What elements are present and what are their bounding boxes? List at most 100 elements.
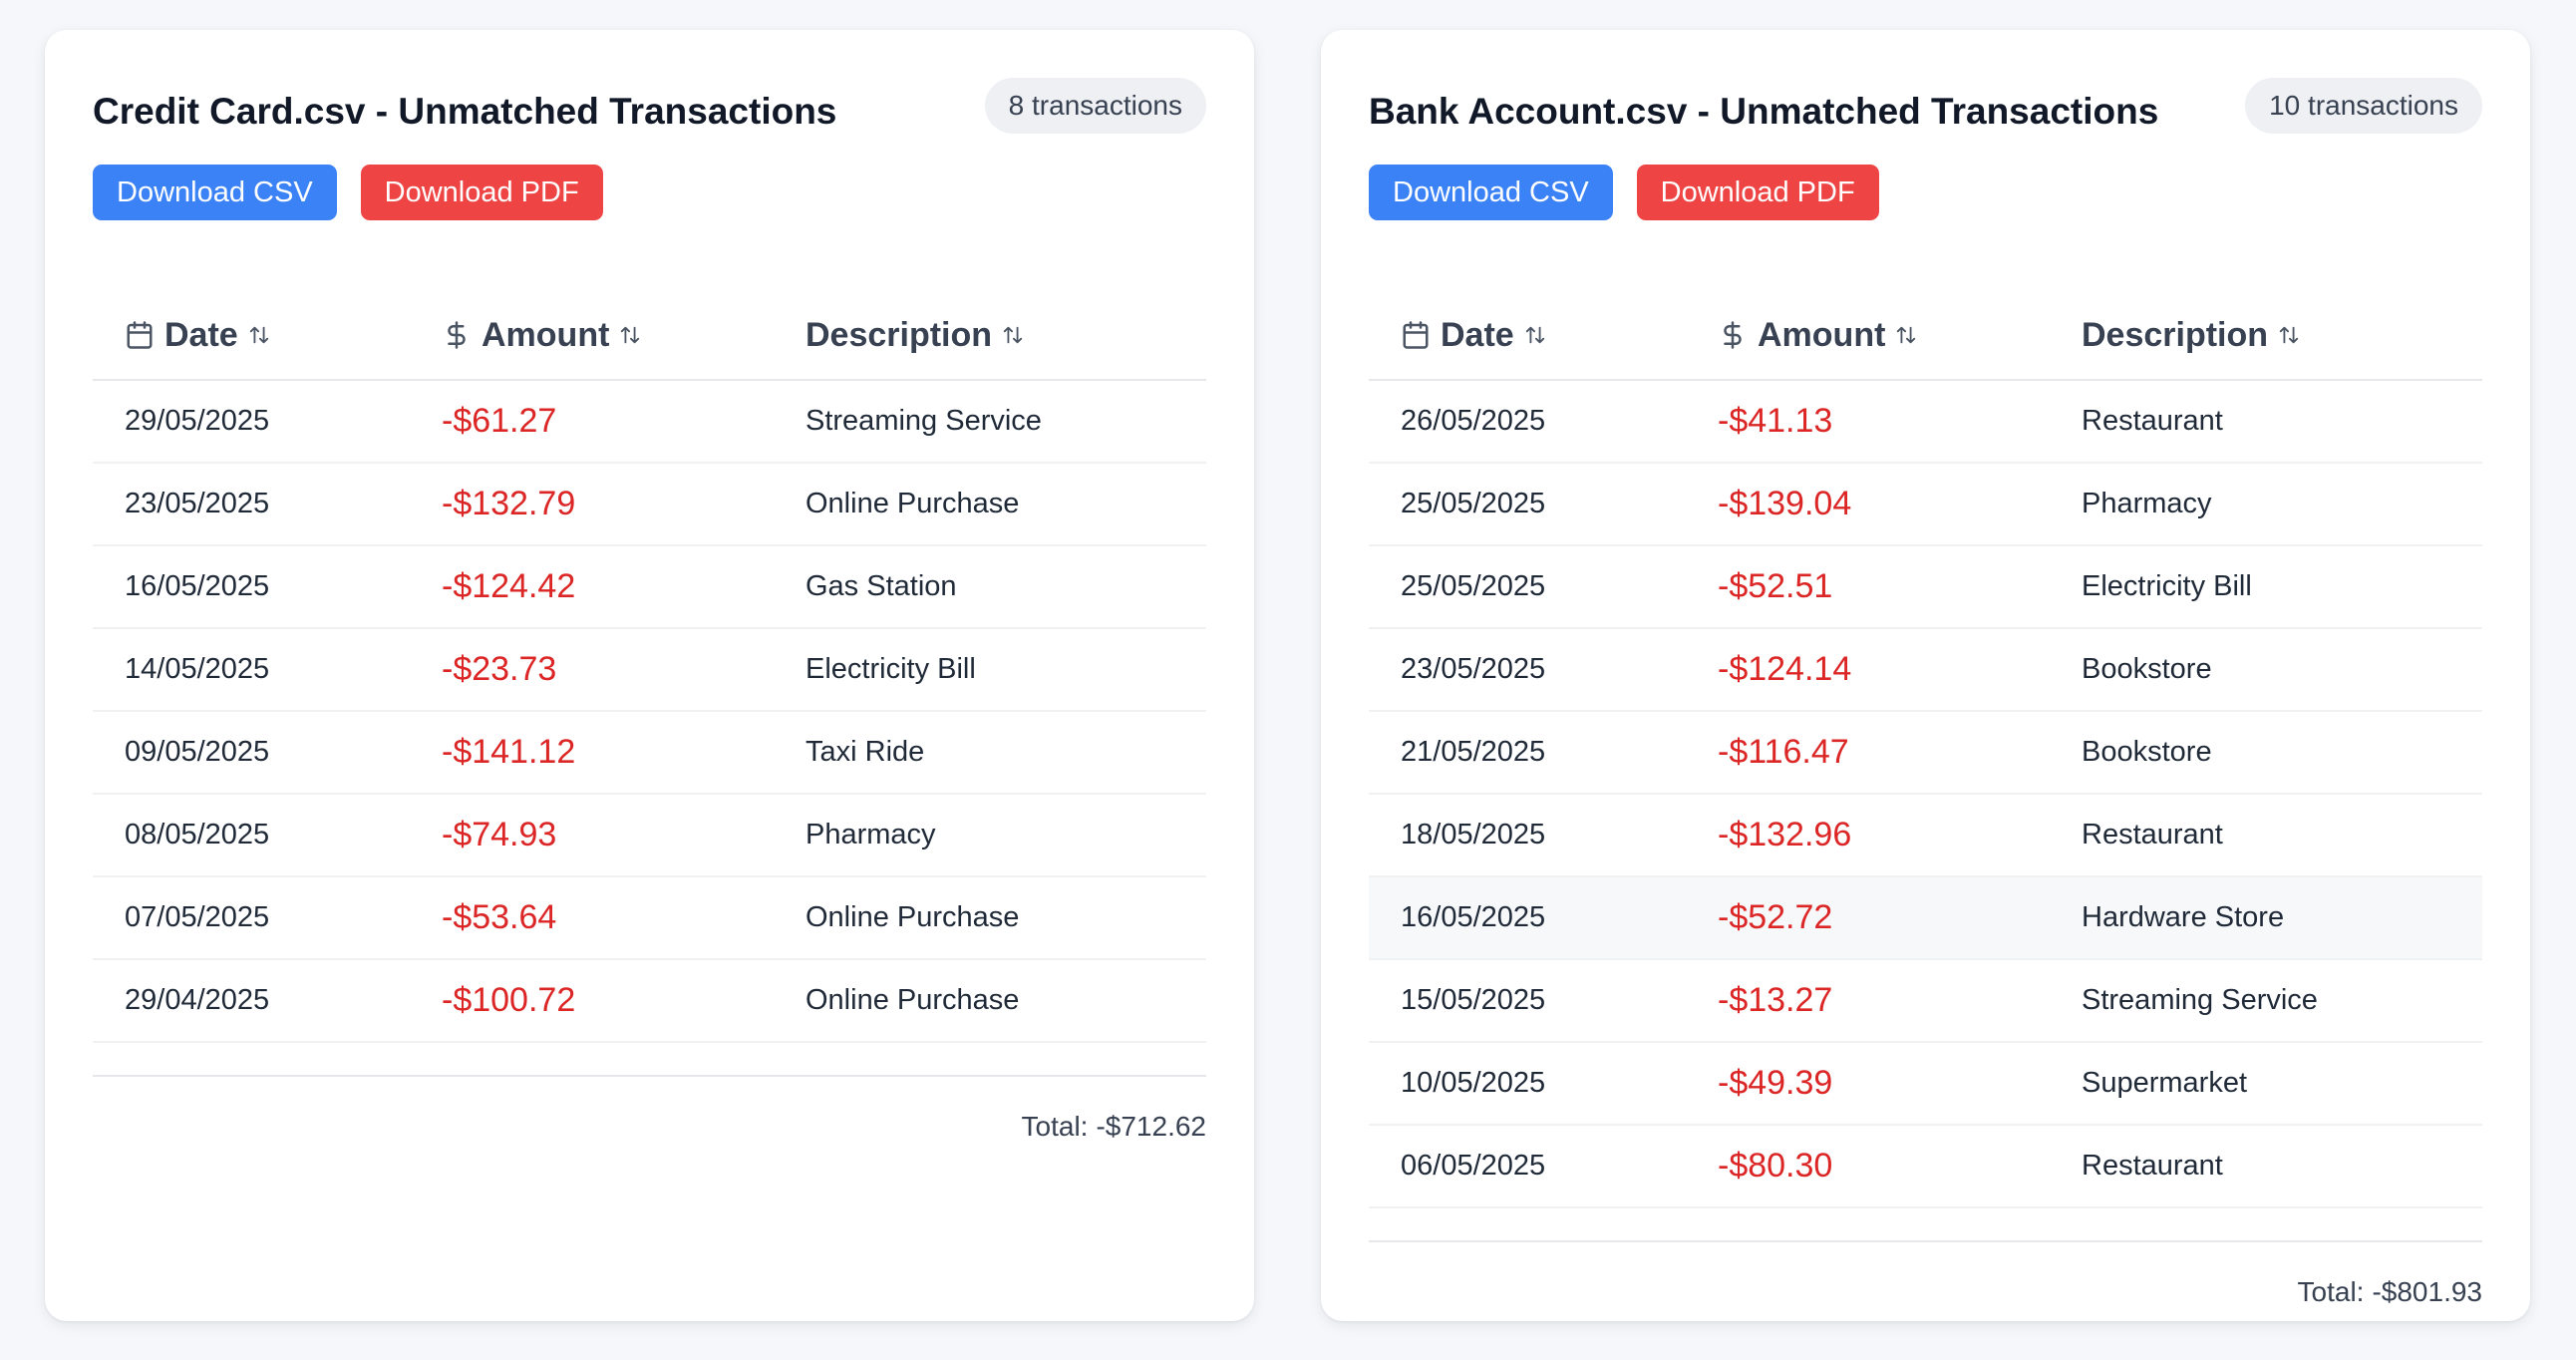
table-row[interactable]: 23/05/2025 -$124.14 Bookstore bbox=[1369, 629, 2482, 712]
amount-cell: -$52.72 bbox=[1718, 898, 1833, 936]
card-title: Credit Card.csv - Unmatched Transactions bbox=[93, 91, 837, 132]
description-cell: Pharmacy bbox=[2082, 488, 2212, 519]
description-column-header[interactable]: Description bbox=[805, 291, 1024, 379]
date-cell: 23/05/2025 bbox=[125, 488, 270, 519]
description-cell: Taxi Ride bbox=[805, 736, 925, 768]
description-cell: Online Purchase bbox=[805, 984, 1020, 1016]
amount-cell: -$74.93 bbox=[442, 816, 557, 853]
amount-cell: -$132.79 bbox=[442, 485, 576, 522]
date-column-header[interactable]: Date bbox=[125, 291, 270, 379]
amount-cell: -$49.39 bbox=[1718, 1064, 1833, 1102]
sort-arrows-icon[interactable] bbox=[1895, 324, 1917, 346]
amount-cell: -$139.04 bbox=[1718, 485, 1852, 522]
table-row[interactable]: 14/05/2025 -$23.73 Electricity Bill bbox=[93, 629, 1206, 712]
date-cell: 16/05/2025 bbox=[1401, 901, 1546, 933]
amount-cell: -$61.27 bbox=[442, 402, 557, 440]
date-cell: 16/05/2025 bbox=[125, 570, 270, 602]
date-cell: 14/05/2025 bbox=[125, 653, 270, 685]
dollar-icon bbox=[442, 320, 472, 350]
total-value: -$712.62 bbox=[1096, 1111, 1206, 1142]
total-label: Total: bbox=[1021, 1111, 1089, 1142]
description-cell: Bookstore bbox=[2082, 653, 2212, 685]
sort-arrows-icon[interactable] bbox=[1524, 324, 1546, 346]
table-header: Date Amount Description bbox=[93, 291, 1206, 381]
date-cell: 26/05/2025 bbox=[1401, 405, 1546, 437]
amount-cell: -$53.64 bbox=[442, 898, 557, 936]
amount-header-label: Amount bbox=[482, 315, 610, 354]
download-pdf-button[interactable]: Download PDF bbox=[360, 165, 603, 220]
table-body: 29/05/2025 -$61.27 Streaming Service 23/05/… bbox=[93, 381, 1206, 1043]
description-cell: Supermarket bbox=[2082, 1067, 2248, 1099]
calendar-icon bbox=[125, 320, 155, 350]
description-column-header[interactable]: Description bbox=[2082, 291, 2300, 379]
table-row[interactable]: 29/04/2025 -$100.72 Online Purchase bbox=[93, 960, 1206, 1043]
description-cell: Online Purchase bbox=[805, 488, 1020, 519]
description-cell: Restaurant bbox=[2082, 819, 2223, 850]
amount-cell: -$13.27 bbox=[1718, 981, 1833, 1019]
date-header-label: Date bbox=[1441, 315, 1514, 354]
table-row[interactable]: 08/05/2025 -$74.93 Pharmacy bbox=[93, 795, 1206, 877]
amount-cell: -$141.12 bbox=[442, 733, 576, 771]
date-cell: 10/05/2025 bbox=[1401, 1067, 1546, 1099]
date-cell: 25/05/2025 bbox=[1401, 570, 1546, 602]
amount-cell: -$132.96 bbox=[1718, 816, 1852, 853]
sort-arrows-icon[interactable] bbox=[619, 324, 641, 346]
total-value: -$801.93 bbox=[2372, 1276, 2482, 1307]
amount-column-header[interactable]: Amount bbox=[442, 291, 641, 379]
description-cell: Gas Station bbox=[805, 570, 957, 602]
table-row[interactable]: 25/05/2025 -$52.51 Electricity Bill bbox=[1369, 546, 2482, 629]
description-cell: Streaming Service bbox=[2082, 984, 2318, 1016]
table-row[interactable]: 23/05/2025 -$132.79 Online Purchase bbox=[93, 464, 1206, 546]
amount-cell: -$124.14 bbox=[1718, 650, 1852, 688]
date-cell: 06/05/2025 bbox=[1401, 1150, 1546, 1182]
table-row[interactable]: 21/05/2025 -$116.47 Bookstore bbox=[1369, 712, 2482, 795]
transaction-count-badge: 8 transactions bbox=[984, 78, 1206, 134]
table-row[interactable]: 15/05/2025 -$13.27 Streaming Service bbox=[1369, 960, 2482, 1043]
date-column-header[interactable]: Date bbox=[1401, 291, 1546, 379]
sort-arrows-icon[interactable] bbox=[248, 324, 270, 346]
amount-header-label: Amount bbox=[1758, 315, 1886, 354]
amount-cell: -$116.47 bbox=[1718, 733, 1849, 771]
description-cell: Bookstore bbox=[2082, 736, 2212, 768]
description-header-label: Description bbox=[2082, 315, 2269, 354]
amount-cell: -$52.51 bbox=[1718, 567, 1833, 605]
description-header-label: Description bbox=[805, 315, 993, 354]
description-cell: Hardware Store bbox=[2082, 901, 2285, 933]
download-csv-button[interactable]: Download CSV bbox=[93, 165, 337, 220]
download-buttons: Download CSV Download PDF bbox=[93, 165, 627, 220]
table-row[interactable]: 25/05/2025 -$139.04 Pharmacy bbox=[1369, 464, 2482, 546]
description-cell: Pharmacy bbox=[805, 819, 936, 850]
amount-cell: -$23.73 bbox=[442, 650, 557, 688]
date-cell: 09/05/2025 bbox=[125, 736, 270, 768]
description-cell: Electricity Bill bbox=[805, 653, 976, 685]
total-amount: Total: -$801.93 bbox=[1369, 1242, 2482, 1308]
download-pdf-button[interactable]: Download PDF bbox=[1636, 165, 1879, 220]
description-cell: Streaming Service bbox=[805, 405, 1042, 437]
table-row[interactable]: 06/05/2025 -$80.30 Restaurant bbox=[1369, 1126, 2482, 1208]
download-buttons: Download CSV Download PDF bbox=[1369, 165, 1903, 220]
date-cell: 23/05/2025 bbox=[1401, 653, 1546, 685]
sort-arrows-icon[interactable] bbox=[1002, 324, 1024, 346]
calendar-icon bbox=[1401, 320, 1431, 350]
table-row[interactable]: 29/05/2025 -$61.27 Streaming Service bbox=[93, 381, 1206, 464]
date-cell: 21/05/2025 bbox=[1401, 736, 1546, 768]
date-cell: 15/05/2025 bbox=[1401, 984, 1546, 1016]
card-header: Bank Account.csv - Unmatched Transaction… bbox=[1369, 78, 2482, 136]
credit-card-unmatched-card: Credit Card.csv - Unmatched Transactions… bbox=[45, 30, 1254, 1321]
table-row[interactable]: 18/05/2025 -$132.96 Restaurant bbox=[1369, 795, 2482, 877]
download-csv-button[interactable]: Download CSV bbox=[1369, 165, 1613, 220]
table-row[interactable]: 16/05/2025 -$124.42 Gas Station bbox=[93, 546, 1206, 629]
table-row[interactable]: 09/05/2025 -$141.12 Taxi Ride bbox=[93, 712, 1206, 795]
description-cell: Online Purchase bbox=[805, 901, 1020, 933]
total-amount: Total: -$712.62 bbox=[93, 1077, 1206, 1143]
card-title: Bank Account.csv - Unmatched Transaction… bbox=[1369, 91, 2159, 132]
date-cell: 25/05/2025 bbox=[1401, 488, 1546, 519]
amount-column-header[interactable]: Amount bbox=[1718, 291, 1917, 379]
table-row[interactable]: 16/05/2025 -$52.72 Hardware Store bbox=[1369, 877, 2482, 960]
table-row[interactable]: 07/05/2025 -$53.64 Online Purchase bbox=[93, 877, 1206, 960]
table-row[interactable]: 10/05/2025 -$49.39 Supermarket bbox=[1369, 1043, 2482, 1126]
date-cell: 18/05/2025 bbox=[1401, 819, 1546, 850]
table-row[interactable]: 26/05/2025 -$41.13 Restaurant bbox=[1369, 381, 2482, 464]
amount-cell: -$100.72 bbox=[442, 981, 576, 1019]
sort-arrows-icon[interactable] bbox=[2278, 324, 2300, 346]
